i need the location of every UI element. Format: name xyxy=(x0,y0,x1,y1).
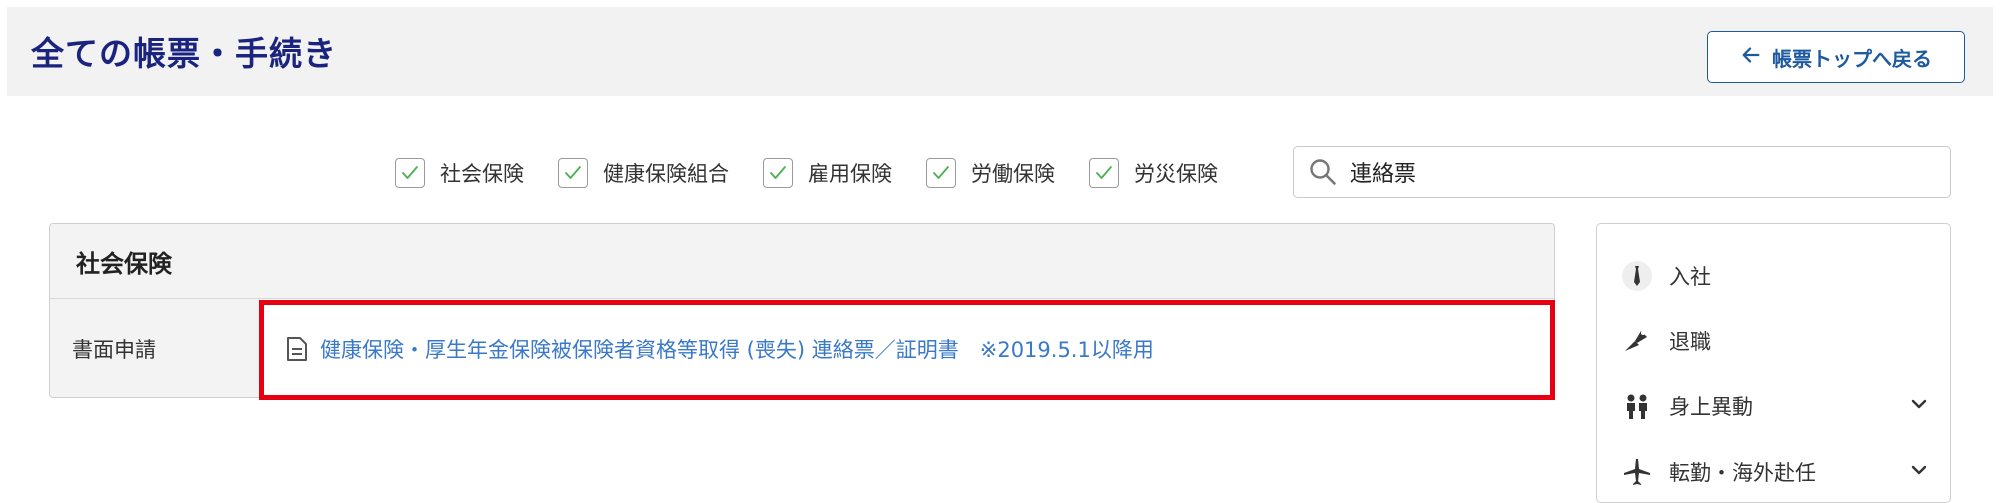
insurance-filter-group: 社会保険 健康保険組合 雇用保険 労働保険 労災保険 xyxy=(395,150,1252,196)
search-input[interactable]: 連絡票 xyxy=(1293,146,1951,198)
filter-label: 労働保険 xyxy=(971,162,1055,186)
document-icon xyxy=(287,336,307,361)
filter-shakai-hoken[interactable]: 社会保険 xyxy=(395,158,524,188)
back-to-top-button[interactable]: 帳票トップへ戻る xyxy=(1707,31,1965,83)
side-item-shinjo-ido[interactable]: 身上異動 xyxy=(1619,386,1929,426)
check-icon xyxy=(565,166,581,179)
chevron-down-icon[interactable] xyxy=(1909,460,1929,484)
chevron-down-icon[interactable] xyxy=(1909,394,1929,418)
check-icon xyxy=(402,166,418,179)
filter-koyo-hoken[interactable]: 雇用保険 xyxy=(763,158,892,188)
filter-rodo-hoken[interactable]: 労働保険 xyxy=(926,158,1055,188)
table-row: 書面申請 健康保険・厚生年金保険被保険者資格等取得 (喪失) 連絡票／証明書 ※… xyxy=(50,299,1554,397)
checkbox[interactable] xyxy=(1089,158,1119,188)
filter-label: 労災保険 xyxy=(1134,162,1218,186)
side-item-label: 身上異動 xyxy=(1669,395,1753,419)
row-label: 書面申請 xyxy=(50,299,260,397)
filter-label: 社会保険 xyxy=(440,162,524,186)
side-item-taishoku[interactable]: 退職 xyxy=(1619,321,1929,361)
panel-title: 社会保険 xyxy=(50,224,1554,299)
back-button-label: 帳票トップへ戻る xyxy=(1772,46,1932,71)
checkbox[interactable] xyxy=(763,158,793,188)
side-item-tenkin[interactable]: 転勤・海外赴任 xyxy=(1619,452,1929,492)
tie-icon xyxy=(1619,258,1655,294)
filter-label: 雇用保険 xyxy=(808,162,892,186)
side-item-nyusha[interactable]: 入社 xyxy=(1619,256,1929,296)
check-icon xyxy=(933,166,949,179)
document-link[interactable]: 健康保険・厚生年金保険被保険者資格等取得 (喪失) 連絡票／証明書 ※2019.… xyxy=(286,334,1154,364)
bouquet-icon xyxy=(1619,323,1655,359)
side-item-label: 入社 xyxy=(1669,265,1711,289)
checkbox[interactable] xyxy=(926,158,956,188)
page-header: 全ての帳票・手続き 帳票トップへ戻る xyxy=(7,7,1993,96)
document-link-label: 健康保険・厚生年金保険被保険者資格等取得 (喪失) 連絡票／証明書 ※2019.… xyxy=(320,337,1154,362)
check-icon xyxy=(1096,166,1112,179)
people-icon xyxy=(1619,388,1655,424)
row-content: 健康保険・厚生年金保険被保険者資格等取得 (喪失) 連絡票／証明書 ※2019.… xyxy=(260,299,1554,397)
results-panel: 社会保険 書面申請 健康保険・厚生年金保険被保険者資格等取得 (喪失) 連絡票／… xyxy=(49,223,1555,398)
filter-label: 健康保険組合 xyxy=(603,162,729,186)
search-value: 連絡票 xyxy=(1350,162,1417,187)
side-item-label: 退職 xyxy=(1669,330,1711,354)
airplane-icon xyxy=(1619,454,1655,490)
checkbox[interactable] xyxy=(558,158,588,188)
filter-kenko-hoken-kumiai[interactable]: 健康保険組合 xyxy=(558,158,729,188)
side-menu: 入社 退職 身上異動 転勤・海外赴任 xyxy=(1596,223,1951,503)
page-title: 全ての帳票・手続き xyxy=(31,34,337,73)
check-icon xyxy=(770,166,786,179)
arrow-left-icon xyxy=(1740,44,1762,71)
filter-rosai-hoken[interactable]: 労災保険 xyxy=(1089,158,1218,188)
search-icon xyxy=(1310,159,1336,185)
side-item-label: 転勤・海外赴任 xyxy=(1669,461,1816,485)
checkbox[interactable] xyxy=(395,158,425,188)
